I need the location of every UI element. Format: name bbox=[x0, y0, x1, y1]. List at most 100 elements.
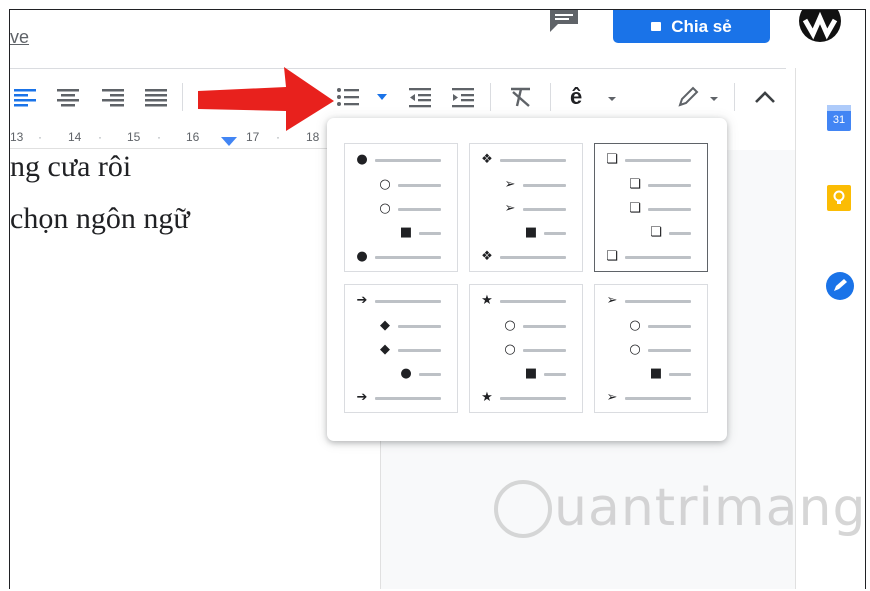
annotation-arrow-icon bbox=[198, 67, 334, 131]
bullet-glyph-icon: ❏ bbox=[650, 225, 662, 240]
edit-mode-icon[interactable] bbox=[676, 86, 702, 108]
ruler-tick: 13 bbox=[10, 130, 24, 144]
share-label: Chia sẻ bbox=[671, 16, 732, 36]
calendar-day: 31 bbox=[832, 114, 846, 126]
bullet-glyph-icon: ○ bbox=[629, 318, 641, 333]
bullet-glyph-icon: ■ bbox=[524, 366, 538, 381]
bullet-line-placeholder bbox=[398, 183, 441, 187]
input-tools-dropdown-icon[interactable] bbox=[607, 96, 617, 102]
ruler-divider bbox=[10, 148, 380, 149]
tasks-icon[interactable] bbox=[826, 272, 854, 300]
bullet-line-placeholder bbox=[544, 231, 566, 235]
lock-icon bbox=[651, 22, 662, 31]
bullet-line-placeholder bbox=[669, 372, 691, 376]
bullet-glyph-icon: ➢ bbox=[504, 177, 516, 192]
bullet-glyph-icon: ● bbox=[400, 366, 412, 381]
ruler-mark: · bbox=[98, 130, 102, 144]
share-button[interactable]: Chia sẻ bbox=[613, 10, 770, 43]
ruler-mark: · bbox=[157, 130, 161, 144]
increase-indent-icon[interactable] bbox=[450, 86, 476, 108]
bullet-line-placeholder bbox=[648, 348, 691, 352]
align-justify-icon[interactable] bbox=[143, 86, 169, 108]
avatar[interactable] bbox=[799, 10, 841, 42]
collapse-icon[interactable] bbox=[754, 90, 776, 104]
bullet-preset-row: ★ bbox=[480, 293, 566, 309]
comment-icon[interactable] bbox=[548, 10, 580, 32]
bullet-line-placeholder bbox=[669, 231, 691, 235]
bullet-line-placeholder bbox=[648, 207, 691, 211]
bulleted-list-icon[interactable] bbox=[335, 86, 361, 108]
bullet-glyph-icon: ■ bbox=[649, 366, 663, 381]
bullet-line-placeholder bbox=[500, 255, 566, 259]
bullet-preset-row: ○ bbox=[503, 342, 566, 358]
bullet-preset[interactable]: ● ○ ○ ■ ● bbox=[344, 143, 458, 272]
bullet-preset-row: ● bbox=[355, 152, 441, 168]
document-line[interactable]: ng cưa rôi bbox=[10, 150, 131, 184]
toolbar-separator bbox=[550, 83, 551, 111]
bullet-preset-row: ■ bbox=[399, 225, 441, 241]
app-frame: ve Chia sẻ 3 ê bbox=[9, 9, 866, 589]
bullet-glyph-icon: ❏ bbox=[606, 152, 618, 167]
list-dropdown-icon[interactable] bbox=[376, 93, 388, 101]
bullet-line-placeholder bbox=[375, 299, 441, 303]
bullet-glyph-icon: ★ bbox=[481, 293, 493, 308]
align-right-icon[interactable] bbox=[100, 86, 126, 108]
bullet-preset[interactable]: ➔ ◆ ◆ ● ➔ bbox=[344, 284, 458, 413]
bullet-glyph-icon: ○ bbox=[379, 201, 391, 216]
bullet-preset-row: ❏ bbox=[628, 177, 691, 193]
bullet-preset-row: ◆ bbox=[378, 342, 441, 358]
ruler-mark: · bbox=[38, 130, 42, 144]
bullet-line-placeholder bbox=[625, 396, 691, 400]
bullet-preset-row: ■ bbox=[649, 366, 691, 382]
bullet-preset[interactable]: ★ ○ ○ ■ ★ bbox=[469, 284, 583, 413]
bullet-line-placeholder bbox=[419, 231, 441, 235]
bullet-line-placeholder bbox=[375, 158, 441, 162]
bullet-glyph-icon: ● bbox=[356, 249, 368, 264]
toolbar-divider bbox=[10, 68, 786, 69]
document-line[interactable]: chọn ngôn ngữ bbox=[10, 202, 190, 236]
bullet-glyph-icon: ➢ bbox=[606, 293, 618, 308]
keep-icon[interactable] bbox=[827, 185, 851, 211]
bullet-glyph-icon: ➢ bbox=[606, 390, 618, 405]
calendar-icon[interactable]: 31 bbox=[827, 105, 851, 131]
bullet-preset[interactable]: ❖ ➢ ➢ ■ ❖ bbox=[469, 143, 583, 272]
menu-link[interactable]: ve bbox=[10, 27, 29, 48]
bullet-line-placeholder bbox=[648, 183, 691, 187]
clear-formatting-icon[interactable] bbox=[508, 86, 534, 108]
bullet-glyph-icon: ○ bbox=[504, 342, 516, 357]
bullet-glyph-icon: ❏ bbox=[629, 201, 641, 216]
bullet-preset-row: ➔ bbox=[355, 390, 441, 406]
bullet-line-placeholder bbox=[625, 299, 691, 303]
bullet-preset-row: ● bbox=[399, 366, 441, 382]
bullet-preset-row: ➢ bbox=[605, 390, 691, 406]
indent-marker-icon[interactable] bbox=[221, 137, 237, 146]
bullet-line-placeholder bbox=[500, 396, 566, 400]
decrease-indent-icon[interactable] bbox=[407, 86, 433, 108]
bullet-preset-row: ■ bbox=[524, 225, 566, 241]
bullet-line-placeholder bbox=[523, 348, 566, 352]
bullet-line-placeholder bbox=[500, 158, 566, 162]
bullet-preset-row: ❏ bbox=[649, 225, 691, 241]
toolbar-separator bbox=[490, 83, 491, 111]
bullet-glyph-icon: ❖ bbox=[481, 152, 493, 167]
align-left-icon[interactable] bbox=[12, 86, 38, 108]
bullet-preset-row: ❏ bbox=[605, 249, 691, 265]
bullet-line-placeholder bbox=[648, 324, 691, 328]
bullet-preset-row: ○ bbox=[503, 318, 566, 334]
bullet-preset-row: ❖ bbox=[480, 152, 566, 168]
bullet-line-placeholder bbox=[625, 255, 691, 259]
bullet-preset-selected[interactable]: ❏ ❏ ❏ ❏ ❏ bbox=[594, 143, 708, 272]
bullet-glyph-icon: ◆ bbox=[380, 318, 390, 333]
bullet-glyph-icon: ➢ bbox=[504, 201, 516, 216]
bullet-preset-row: ➢ bbox=[503, 201, 566, 217]
bullet-preset[interactable]: ➢ ○ ○ ■ ➢ bbox=[594, 284, 708, 413]
bullet-glyph-icon: ➔ bbox=[356, 293, 368, 308]
edit-mode-dropdown-icon[interactable] bbox=[709, 96, 719, 102]
align-center-icon[interactable] bbox=[55, 86, 81, 108]
input-tools-icon[interactable]: ê bbox=[570, 84, 582, 110]
bullet-glyph-icon: ■ bbox=[399, 225, 413, 240]
bullet-line-placeholder bbox=[523, 207, 566, 211]
toolbar-separator bbox=[182, 83, 183, 111]
bullet-preset-row: ◆ bbox=[378, 318, 441, 334]
bullet-glyph-icon: ➔ bbox=[356, 390, 368, 405]
